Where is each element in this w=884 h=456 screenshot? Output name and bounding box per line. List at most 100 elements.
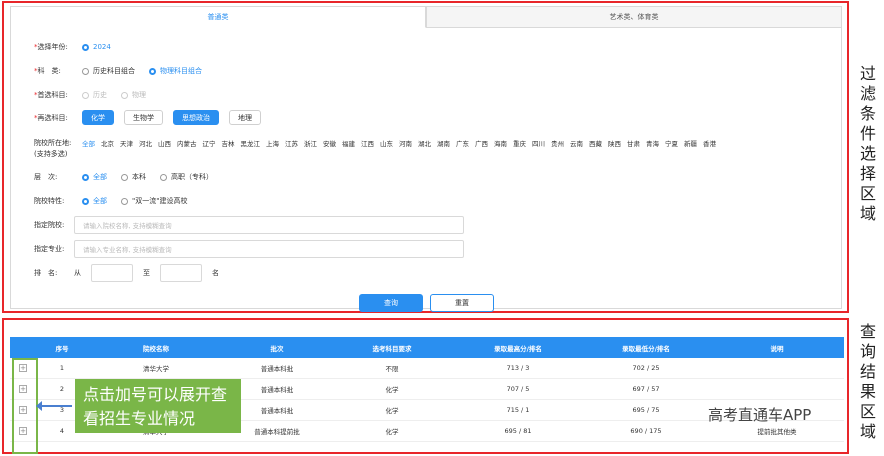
chip-biology[interactable]: 生物学 bbox=[124, 110, 163, 125]
province-option[interactable]: 天津 bbox=[120, 138, 133, 148]
province-option[interactable]: 贵州 bbox=[551, 138, 564, 148]
province-option[interactable]: 江西 bbox=[361, 138, 374, 148]
major-row: 指定专业: 请输入专业名称, 支持模糊查询 bbox=[34, 240, 464, 258]
location-row: 院校所在地: (支持多选) 全部 北京 天津 河北 山西 内蒙古 辽宁 吉林 黑龙江 上海 江苏 浙江… bbox=[34, 138, 722, 160]
province-option[interactable]: 广东 bbox=[456, 138, 469, 148]
province-option[interactable]: 江苏 bbox=[285, 138, 298, 148]
province-option[interactable]: 山东 bbox=[380, 138, 393, 148]
subject-type-row: *科 类: 历史科目组合 物理科目组合 bbox=[34, 66, 202, 76]
radio-disabled-icon bbox=[82, 91, 89, 99]
cell-max-score: 695 / 81 bbox=[504, 427, 532, 435]
cell-min-score: 695 / 75 bbox=[632, 406, 660, 414]
cell-min-score: 690 / 175 bbox=[630, 427, 662, 435]
header-note: 说明 bbox=[770, 344, 784, 353]
first-subject-history[interactable]: 历史 bbox=[82, 90, 107, 100]
province-list: 全部 北京 天津 河北 山西 内蒙古 辽宁 吉林 黑龙江 上海 江苏 浙江 安徽 福建 江西 山东 河南 湖北 湖南… bbox=[82, 138, 722, 148]
feature-double-first-class[interactable]: "双一流"建设高校 bbox=[121, 196, 187, 206]
province-option[interactable]: 湖北 bbox=[418, 138, 431, 148]
table-row: +1 清华大学 普通本科批 不限 713 / 3 702 / 25 bbox=[10, 358, 844, 379]
watermark: 高考直通车APP bbox=[708, 406, 812, 424]
province-option[interactable]: 全部 bbox=[82, 138, 95, 148]
query-button[interactable]: 查询 bbox=[359, 294, 423, 312]
province-option[interactable]: 福建 bbox=[342, 138, 355, 148]
province-option[interactable]: 河北 bbox=[139, 138, 152, 148]
rank-from-label: 从 bbox=[74, 269, 81, 277]
province-option[interactable]: 安徽 bbox=[323, 138, 336, 148]
province-option[interactable]: 山西 bbox=[158, 138, 171, 148]
province-option[interactable]: 上海 bbox=[266, 138, 279, 148]
reset-button[interactable]: 重置 bbox=[430, 294, 494, 312]
cell-note: 提前批其他类 bbox=[757, 428, 797, 436]
rank-row: 排 名: 从 至 名 bbox=[34, 264, 219, 282]
cell-school: 清华大学 bbox=[143, 365, 169, 373]
arrow-left-icon bbox=[36, 401, 72, 411]
location-sublabel: (支持多选) bbox=[34, 150, 68, 158]
province-option[interactable]: 青海 bbox=[646, 138, 659, 148]
province-option[interactable]: 重庆 bbox=[513, 138, 526, 148]
year-label: 选择年份: bbox=[37, 43, 68, 51]
province-option[interactable]: 广西 bbox=[475, 138, 488, 148]
second-subject-label: 再选科目: bbox=[37, 113, 68, 122]
subject-type-label: 科 类: bbox=[37, 67, 61, 75]
major-label: 指定专业: bbox=[34, 245, 65, 253]
expand-column-highlight bbox=[12, 358, 38, 454]
radio-unchecked-icon bbox=[82, 67, 89, 75]
province-option[interactable]: 黑龙江 bbox=[241, 138, 261, 148]
header-requirement: 选考科目要求 bbox=[372, 344, 412, 353]
cell-requirement: 化学 bbox=[385, 407, 399, 415]
cell-min-score: 702 / 25 bbox=[632, 364, 660, 372]
location-label: 院校所在地: bbox=[34, 139, 72, 147]
cell-batch: 普通本科批 bbox=[260, 365, 294, 373]
province-option[interactable]: 新疆 bbox=[684, 138, 697, 148]
school-input[interactable]: 请输入院校名称, 支持模糊查询 bbox=[74, 216, 464, 234]
province-option[interactable]: 香港 bbox=[703, 138, 716, 148]
radio-unchecked-icon bbox=[121, 197, 128, 205]
rank-from-input[interactable] bbox=[91, 264, 133, 282]
province-option[interactable]: 内蒙古 bbox=[177, 138, 197, 148]
header-school: 院校名称 bbox=[143, 344, 169, 353]
province-option[interactable]: 辽宁 bbox=[203, 138, 216, 148]
province-option[interactable]: 北京 bbox=[101, 138, 114, 148]
feature-all[interactable]: 全部 bbox=[82, 196, 107, 206]
province-option[interactable]: 海南 bbox=[494, 138, 507, 148]
level-all[interactable]: 全部 bbox=[82, 172, 107, 182]
rank-unit-label: 名 bbox=[212, 269, 219, 277]
chip-geography[interactable]: 地理 bbox=[229, 110, 261, 125]
subject-type-physics[interactable]: 物理科目组合 bbox=[149, 66, 202, 76]
rank-to-label: 至 bbox=[143, 269, 150, 277]
radio-unchecked-icon bbox=[160, 173, 167, 181]
province-option[interactable]: 浙江 bbox=[304, 138, 317, 148]
province-option[interactable]: 甘肃 bbox=[627, 138, 640, 148]
level-vocational[interactable]: 高职（专科） bbox=[160, 172, 213, 182]
chip-politics[interactable]: 思想政治 bbox=[173, 110, 219, 125]
tab-art-sports[interactable]: 艺术类、体育类 bbox=[426, 6, 842, 28]
cell-requirement: 化学 bbox=[385, 386, 399, 394]
province-option[interactable]: 西藏 bbox=[589, 138, 602, 148]
province-option[interactable]: 河南 bbox=[399, 138, 412, 148]
chip-chemistry[interactable]: 化学 bbox=[82, 110, 114, 125]
feature-row: 院校特性: 全部 "双一流"建设高校 bbox=[34, 196, 201, 206]
year-option-2024[interactable]: 2024 bbox=[82, 43, 111, 51]
cell-requirement: 不限 bbox=[385, 365, 399, 373]
province-option[interactable]: 陕西 bbox=[608, 138, 621, 148]
subject-type-history[interactable]: 历史科目组合 bbox=[82, 66, 135, 76]
table-header: 序号 院校名称 批次 选考科目要求 录取最高分/排名 录取最低分/排名 说明 bbox=[10, 337, 844, 358]
tab-regular[interactable]: 普通类 bbox=[10, 6, 426, 28]
province-option[interactable]: 云南 bbox=[570, 138, 583, 148]
major-input[interactable]: 请输入专业名称, 支持模糊查询 bbox=[74, 240, 464, 258]
cell-max-score: 713 / 3 bbox=[506, 364, 530, 372]
province-option[interactable]: 宁夏 bbox=[665, 138, 678, 148]
first-subject-physics[interactable]: 物理 bbox=[121, 90, 146, 100]
rank-to-input[interactable] bbox=[160, 264, 202, 282]
province-option[interactable]: 吉林 bbox=[222, 138, 235, 148]
cell-min-score: 697 / 57 bbox=[632, 385, 660, 393]
radio-unchecked-icon bbox=[121, 173, 128, 181]
results-region-caption: 查询结果区域 bbox=[859, 322, 876, 441]
second-subject-row: *再选科目: 化学 生物学 思想政治 地理 bbox=[34, 110, 271, 125]
province-option[interactable]: 四川 bbox=[532, 138, 545, 148]
school-row: 指定院校: 请输入院校名称, 支持模糊查询 bbox=[34, 216, 464, 234]
province-option[interactable]: 湖南 bbox=[437, 138, 450, 148]
radio-checked-icon bbox=[82, 173, 89, 181]
header-index: 序号 bbox=[55, 344, 69, 353]
level-bachelor[interactable]: 本科 bbox=[121, 172, 146, 182]
